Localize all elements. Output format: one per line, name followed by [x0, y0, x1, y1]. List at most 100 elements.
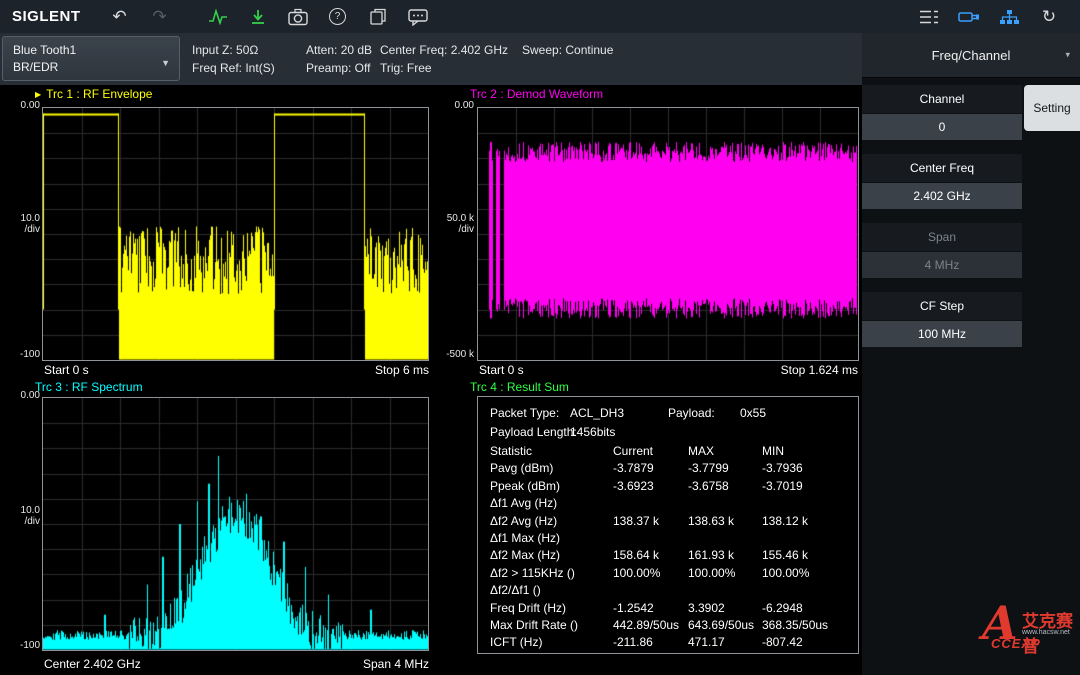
- message-icon[interactable]: [403, 4, 433, 30]
- table-row: Ppeak (dBm)-3.6923-3.6758-3.7019: [478, 479, 858, 496]
- stat-label: Δf1 Avg (Hz): [490, 496, 557, 510]
- trc1-y-top: 0.00: [0, 100, 40, 111]
- menu-item-list: Channel 0 Center Freq 2.402 GHz Span 4 M…: [862, 85, 1022, 361]
- watermark-subtext: www.hacsw.net: [1022, 629, 1070, 636]
- trc1-y-bottom: -100: [0, 349, 40, 360]
- task-list-icon[interactable]: [914, 4, 944, 30]
- menu-item-cf-step[interactable]: CF Step 100 MHz: [862, 292, 1022, 347]
- trc2-title-text: Trc 2 : Demod Waveform: [470, 87, 603, 101]
- stat-value: -3.6923: [613, 479, 654, 493]
- setting-tab[interactable]: Setting: [1024, 85, 1080, 131]
- trc2-y-top: 0.00: [434, 100, 474, 111]
- stat-label: Max Drift Rate (): [490, 618, 578, 632]
- table-row: Δf2 > 115KHz () 100.00% 100.00% 100.00%: [478, 566, 858, 583]
- trc2-y-div-unit: /div: [434, 224, 474, 235]
- stat-value: 158.64 k: [613, 548, 659, 562]
- menu-caret-icon: ▾: [1065, 50, 1070, 61]
- menu-item-value: 4 MHz: [862, 252, 1022, 278]
- trc1-x-stop: Stop 6 ms: [329, 363, 429, 377]
- trc2-y-bottom: -500 k: [434, 349, 474, 360]
- copy-icon[interactable]: [363, 4, 393, 30]
- trc3-y-div: 10.0: [0, 505, 40, 516]
- stat-value: 161.93 k: [688, 548, 734, 562]
- result-content: Packet Type: ACL_DH3 Payload: 0x55 Paylo…: [478, 397, 858, 653]
- info-label: Packet Type:: [490, 406, 559, 420]
- table-row: Δf2/Δf1 (): [478, 583, 858, 600]
- stat-value: 100.00%: [762, 566, 809, 580]
- stat-value: 100.00%: [688, 566, 735, 580]
- info-label: Payload Length:: [490, 425, 577, 439]
- packet-info-row: Packet Type: ACL_DH3 Payload: 0x55: [478, 406, 858, 425]
- stat-value: -3.7879: [613, 461, 654, 475]
- payload-info-row: Payload Length: 1456bits: [478, 425, 858, 444]
- trc2-plot: [477, 107, 859, 361]
- usb-icon[interactable]: [954, 4, 984, 30]
- status-line: Input Z: 50Ω: [192, 41, 275, 59]
- screenshot-icon[interactable]: [283, 4, 313, 30]
- table-row: Pavg (dBm)-3.7879-3.7799-3.7936: [478, 461, 858, 478]
- siglent-logo: SIGLENT: [12, 8, 81, 25]
- stat-value: -1.2542: [613, 601, 654, 615]
- function-menu: Freq/Channel ▾ Setting Channel 0 Center …: [862, 33, 1080, 675]
- trc4-result-panel: Packet Type: ACL_DH3 Payload: 0x55 Paylo…: [477, 396, 859, 654]
- stat-label: Freq Drift (Hz): [490, 601, 566, 615]
- accexp-watermark: A CCEXP 艾克赛普 www.hacsw.net: [982, 600, 1080, 666]
- stat-value: 155.46 k: [762, 548, 808, 562]
- help-glyph: ?: [329, 8, 346, 25]
- toolbar-right-group: ↻: [914, 4, 1074, 30]
- toolbar: SIGLENT ↶ ↷ ?: [0, 0, 1080, 33]
- stat-value: MIN: [762, 444, 784, 458]
- stat-value: MAX: [688, 444, 714, 458]
- measurement-mode-dropdown[interactable]: Blue Tooth1 BR/EDR ▼: [2, 36, 180, 81]
- trc2-y-div: 50.0 k: [434, 213, 474, 224]
- table-row: Δf2 Avg (Hz)138.37 k138.63 k138.12 k: [478, 514, 858, 531]
- trc3-x-span: Span 4 MHz: [329, 657, 429, 671]
- history-icon[interactable]: ↻: [1034, 4, 1064, 30]
- menu-item-span: Span 4 MHz: [862, 223, 1022, 278]
- undo-glyph: ↶: [112, 8, 126, 25]
- trc3-y-bottom: -100: [0, 640, 40, 651]
- stat-value: 138.63 k: [688, 514, 734, 528]
- help-icon[interactable]: ?: [323, 4, 353, 30]
- stat-value: -3.7019: [762, 479, 803, 493]
- trc3-y-top: 0.00: [0, 390, 40, 401]
- signal-icon[interactable]: [203, 4, 233, 30]
- menu-item-label: Channel: [862, 85, 1022, 113]
- stat-label: Δf2 > 115KHz (): [490, 566, 575, 580]
- status-field-input: Input Z: 50Ω Freq Ref: Int(S): [192, 41, 275, 77]
- recall-icon[interactable]: [243, 4, 273, 30]
- app: SIGLENT ↶ ↷ ?: [0, 0, 1080, 675]
- menu-header[interactable]: Freq/Channel ▾: [862, 33, 1080, 78]
- stat-value: 138.12 k: [762, 514, 808, 528]
- trc1-plot: [42, 107, 429, 361]
- trc3-plot: [42, 397, 429, 651]
- trc3-title: Trc 3 : RF Spectrum: [35, 380, 143, 394]
- mode-line2: BR/EDR: [13, 59, 179, 76]
- menu-item-center-freq[interactable]: Center Freq 2.402 GHz: [862, 154, 1022, 209]
- stat-label: Δf2 Avg (Hz): [490, 514, 557, 528]
- undo-icon[interactable]: ↶: [105, 4, 135, 30]
- stat-label: Δf1 Max (Hz): [490, 531, 560, 545]
- status-line: Atten: 20 dB: [306, 41, 372, 59]
- stat-value: -3.6758: [688, 479, 729, 493]
- stat-value: 3.3902: [688, 601, 725, 615]
- redo-icon[interactable]: ↷: [145, 4, 175, 30]
- menu-item-label: Span: [862, 223, 1022, 251]
- info-label: Payload:: [668, 406, 715, 420]
- menu-item-value: 2.402 GHz: [862, 183, 1022, 209]
- table-row: Freq Drift (Hz)-1.25423.3902-6.2948: [478, 601, 858, 618]
- stat-value: 100.00%: [613, 566, 660, 580]
- trc1-y-div-unit: /div: [0, 224, 40, 235]
- trc1-x-start: Start 0 s: [44, 363, 89, 377]
- trc3-x-center: Center 2.402 GHz: [44, 657, 141, 671]
- lan-icon[interactable]: [994, 4, 1024, 30]
- result-table-header: StatisticCurrentMAXMIN: [478, 444, 858, 461]
- table-row: Δf1 Avg (Hz): [478, 496, 858, 513]
- stat-value: 643.69/50us: [688, 618, 754, 632]
- status-line: Sweep: Continue: [522, 41, 613, 59]
- menu-item-channel[interactable]: Channel 0: [862, 85, 1022, 140]
- history-glyph: ↻: [1042, 8, 1056, 25]
- dropdown-caret-icon: ▼: [161, 55, 170, 72]
- stat-value: 442.89/50us: [613, 618, 679, 632]
- info-value: 0x55: [740, 406, 766, 420]
